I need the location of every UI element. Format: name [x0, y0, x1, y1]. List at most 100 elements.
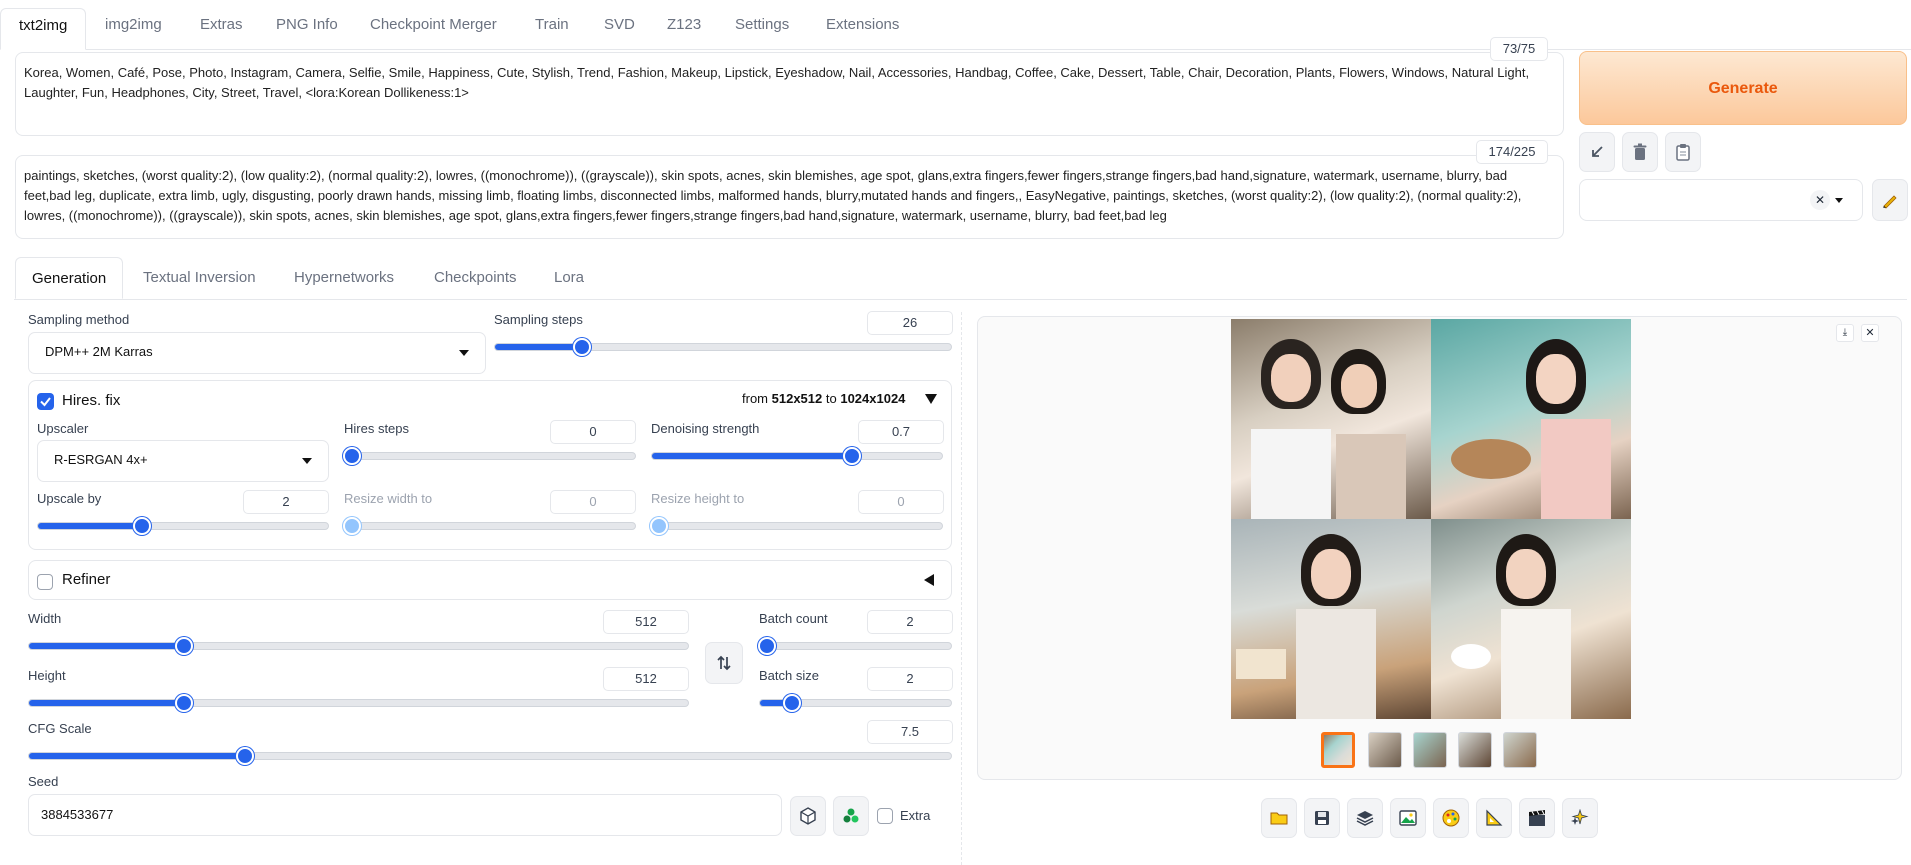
generate-button[interactable]: Generate — [1579, 51, 1907, 125]
check-icon — [40, 397, 51, 407]
batch-size-slider[interactable] — [759, 694, 952, 712]
hires-steps-input[interactable]: 0 — [550, 420, 636, 444]
cfg-scale-slider[interactable] — [28, 747, 952, 765]
image-icon — [1399, 810, 1417, 826]
subtab-hypernetworks[interactable]: Hypernetworks — [278, 257, 410, 299]
thumbnail-1[interactable] — [1321, 732, 1355, 768]
styles-dropdown[interactable]: ✕ — [1579, 179, 1863, 221]
negative-token-counter: 174/225 — [1476, 140, 1548, 164]
sampling-steps-slider[interactable] — [494, 338, 952, 356]
height-label: Height — [28, 668, 66, 683]
upscaler-value: R-ESRGAN 4x+ — [54, 452, 148, 467]
clapperboard-icon — [1529, 810, 1545, 826]
expand-triangle-icon[interactable] — [924, 574, 934, 586]
refiner-panel — [28, 560, 952, 600]
tab-extensions[interactable]: Extensions — [808, 8, 917, 50]
resize-height-slider[interactable] — [650, 517, 943, 535]
denoising-strength-label: Denoising strength — [651, 421, 760, 436]
denoising-strength-input[interactable]: 0.7 — [858, 420, 944, 444]
seed-input[interactable]: 3884533677 — [28, 794, 782, 836]
top-tab-bar: txt2img img2img Extras PNG Info Checkpoi… — [0, 0, 1911, 50]
read-params-button[interactable] — [1579, 132, 1615, 172]
subtab-lora[interactable]: Lora — [538, 257, 600, 299]
sampling-method-dropdown[interactable]: DPM++ 2M Karras — [28, 332, 486, 374]
chevron-down-icon — [1835, 198, 1843, 203]
clear-styles-icon[interactable]: ✕ — [1810, 190, 1830, 210]
batch-count-label: Batch count — [759, 611, 828, 626]
upscale-by-input[interactable]: 2 — [243, 490, 329, 514]
height-input[interactable]: 512 — [603, 667, 689, 691]
to-text: to — [825, 391, 837, 406]
batch-size-input[interactable]: 2 — [867, 667, 953, 691]
hires-size-info: from 512x512 to 1024x1024 — [742, 391, 905, 406]
thumbnail-2[interactable] — [1368, 732, 1402, 768]
stack-icon — [1356, 811, 1374, 826]
seed-label: Seed — [28, 774, 59, 789]
download-icon[interactable]: ⤓ — [1836, 324, 1854, 342]
thumbnail-4[interactable] — [1458, 732, 1492, 768]
prompt-input[interactable]: Korea, Women, Café, Pose, Photo, Instagr… — [15, 52, 1564, 136]
edit-styles-button[interactable] — [1872, 179, 1908, 221]
output-image-grid[interactable] — [1231, 319, 1631, 719]
subtab-checkpoints[interactable]: Checkpoints — [418, 257, 533, 299]
upscaler-dropdown[interactable]: R-ESRGAN 4x+ — [37, 440, 329, 482]
subtab-textual-inversion[interactable]: Textual Inversion — [127, 257, 272, 299]
send-to-img2img-button[interactable] — [1390, 798, 1426, 838]
sampling-method-label: Sampling method — [28, 312, 130, 327]
thumbnail-5[interactable] — [1503, 732, 1537, 768]
tab-train[interactable]: Train — [517, 8, 587, 50]
tab-img2img[interactable]: img2img — [87, 8, 180, 50]
extra-seed-checkbox[interactable] — [877, 808, 893, 824]
prompt-token-counter: 73/75 — [1490, 37, 1548, 61]
tab-svd[interactable]: SVD — [586, 8, 653, 50]
cfg-scale-label: CFG Scale — [28, 721, 92, 736]
height-slider[interactable] — [28, 694, 689, 712]
clipboard-button[interactable] — [1665, 132, 1701, 172]
cfg-scale-input[interactable]: 7.5 — [867, 720, 953, 744]
batch-count-slider[interactable] — [758, 637, 952, 655]
tab-extras[interactable]: Extras — [182, 8, 261, 50]
extra-seed-label: Extra — [900, 808, 931, 823]
tab-checkpoint-merger[interactable]: Checkpoint Merger — [352, 8, 515, 50]
palette-icon — [1442, 809, 1460, 827]
width-input[interactable]: 512 — [603, 610, 689, 634]
clear-prompt-button[interactable] — [1622, 132, 1658, 172]
to-size: 1024x1024 — [840, 391, 906, 406]
save-button[interactable] — [1304, 798, 1340, 838]
reuse-seed-button[interactable] — [833, 796, 869, 836]
width-slider[interactable] — [28, 637, 689, 655]
send-to-extras-button[interactable] — [1476, 798, 1512, 838]
hires-fix-checkbox[interactable] — [37, 393, 54, 410]
swap-dimensions-button[interactable] — [705, 642, 743, 684]
subtab-generation[interactable]: Generation — [15, 257, 124, 299]
tab-png-info[interactable]: PNG Info — [258, 8, 356, 50]
zip-button[interactable] — [1347, 798, 1383, 838]
folder-icon — [1270, 812, 1288, 825]
refiner-checkbox[interactable] — [37, 574, 53, 590]
collapse-triangle-icon[interactable] — [925, 394, 937, 404]
tab-txt2img[interactable]: txt2img — [0, 8, 87, 50]
batch-size-label: Batch size — [759, 668, 819, 683]
negative-prompt-input[interactable]: paintings, sketches, (worst quality:2), … — [15, 155, 1564, 239]
send-to-video-button[interactable] — [1519, 798, 1555, 838]
sampling-steps-input[interactable]: 26 — [867, 311, 953, 335]
tab-z123[interactable]: Z123 — [649, 8, 719, 50]
close-icon[interactable]: ✕ — [1861, 324, 1879, 342]
upscale-by-slider[interactable] — [37, 517, 329, 535]
resize-height-input[interactable]: 0 — [858, 490, 944, 514]
resize-width-input[interactable]: 0 — [550, 490, 636, 514]
batch-count-input[interactable]: 2 — [867, 610, 953, 634]
hires-steps-slider[interactable] — [343, 447, 636, 465]
thumbnail-3[interactable] — [1413, 732, 1447, 768]
floppy-disk-icon — [1315, 811, 1329, 825]
pencil-icon — [1883, 195, 1897, 209]
send-to-z123-button[interactable] — [1562, 798, 1598, 838]
tab-settings[interactable]: Settings — [717, 8, 807, 50]
sampling-steps-label: Sampling steps — [494, 312, 583, 327]
denoising-strength-slider[interactable] — [651, 447, 943, 465]
resize-width-slider[interactable] — [343, 517, 636, 535]
resize-height-label: Resize height to — [651, 491, 745, 506]
random-seed-button[interactable] — [790, 796, 826, 836]
send-to-inpaint-button[interactable] — [1433, 798, 1469, 838]
open-folder-button[interactable] — [1261, 798, 1297, 838]
